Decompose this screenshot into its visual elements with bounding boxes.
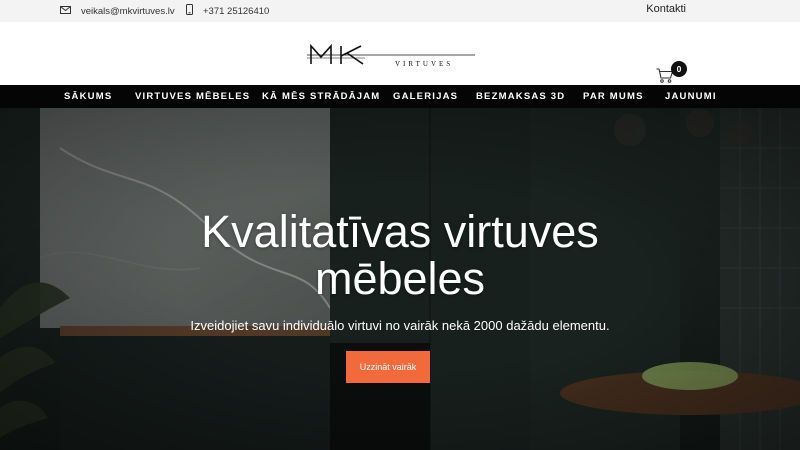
hero-title: Kvalitatīvas virtuves mēbeles bbox=[0, 208, 800, 302]
envelope-icon bbox=[60, 5, 71, 17]
email-text: veikals@mkvirtuves.lv bbox=[81, 5, 175, 17]
nav-item-bezmaksas-3d[interactable]: BEZMAKSAS 3D bbox=[476, 85, 565, 108]
hero-subtitle: Izveidojiet savu individuālo virtuvi no … bbox=[190, 318, 610, 333]
phone-contact[interactable]: +371 25126410 bbox=[186, 0, 269, 22]
learn-more-button[interactable]: Uzzināt vairāk bbox=[346, 351, 430, 383]
top-bar: veikals@mkvirtuves.lv +371 25126410 Kont… bbox=[0, 0, 800, 22]
nav-item-jaunumi[interactable]: JAUNUMI bbox=[665, 85, 717, 108]
nav-item-virtuves-mebeles[interactable]: VIRTUVES MĒBELES bbox=[135, 85, 250, 108]
nav-item-par-mums[interactable]: PAR MUMS bbox=[583, 85, 644, 108]
cart-count-badge: 0 bbox=[671, 61, 687, 77]
mobile-phone-icon bbox=[186, 4, 193, 18]
nav-item-ka-mes-stradajam[interactable]: KĀ MĒS STRĀDĀJAM bbox=[262, 85, 380, 108]
logo-subtext: VIRTUVES bbox=[395, 60, 453, 68]
hero-title-line-1: Kvalitatīvas virtuves bbox=[201, 206, 599, 257]
email-contact[interactable]: veikals@mkvirtuves.lv bbox=[60, 0, 175, 22]
hero-title-line-2: mēbeles bbox=[314, 253, 486, 304]
contacts-link[interactable]: Kontakti bbox=[646, 3, 686, 15]
hero-banner: Kvalitatīvas virtuves mēbeles Izveidojie… bbox=[0, 108, 800, 450]
site-logo[interactable]: VIRTUVES bbox=[305, 40, 477, 68]
main-navigation: SĀKUMS VIRTUVES MĒBELES KĀ MĒS STRĀDĀJAM… bbox=[0, 85, 800, 108]
nav-item-galerijas[interactable]: GALERIJAS bbox=[393, 85, 458, 108]
site-header: VIRTUVES 0 bbox=[0, 22, 800, 85]
nav-item-sakums[interactable]: SĀKUMS bbox=[64, 85, 112, 108]
phone-text: +371 25126410 bbox=[203, 5, 270, 17]
